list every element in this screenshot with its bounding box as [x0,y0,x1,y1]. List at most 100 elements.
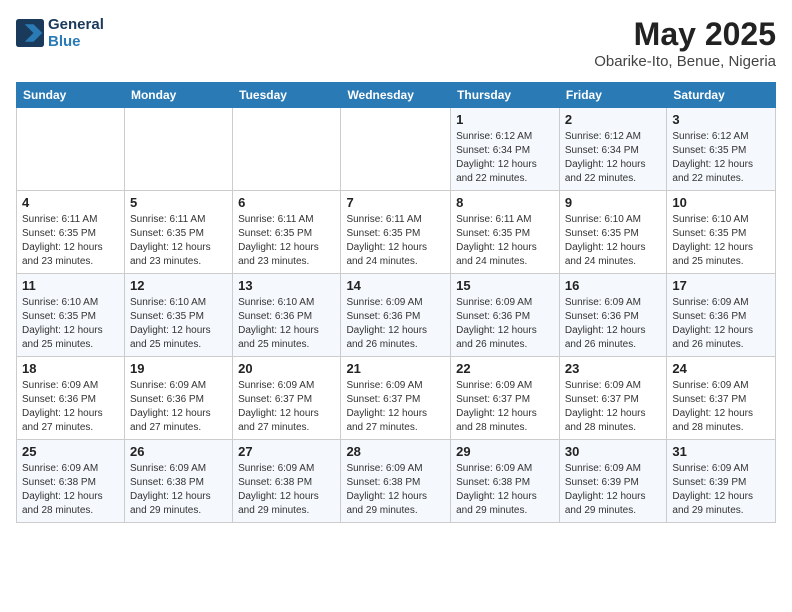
logo-line2: Blue [48,33,104,50]
calendar-header: SundayMondayTuesdayWednesdayThursdayFrid… [17,83,776,108]
calendar-cell: 20 Sunrise: 6:09 AM Sunset: 6:37 PM Dayli… [233,357,341,440]
month-title: May 2025 [594,16,776,53]
calendar-cell: 12Sunrise: 6:10 AM Sunset: 6:35 PM Dayli… [124,274,232,357]
weekday-header: Saturday [667,83,776,108]
day-number: 4 [22,195,119,210]
calendar-cell: 23 Sunrise: 6:09 AM Sunset: 6:37 PM Dayli… [559,357,667,440]
weekday-header: Thursday [451,83,560,108]
calendar-cell: 11 Sunrise: 6:10 AM Sunset: 6:35 PM Dayli… [17,274,125,357]
day-info: Sunrise: 6:11 AM Sunset: 6:35 PM Dayligh… [456,213,554,269]
day-info: Sunrise: 6:10 AM Sunset: 6:35 PM Dayligh… [22,296,119,352]
logo-icon [16,19,44,47]
day-number: 6 [238,195,335,210]
day-number: 3 [672,112,770,127]
logo-line1: General [48,16,104,33]
day-info: Sunrise: 6:09 AM Sunset: 6:36 PM Dayligh… [456,296,554,352]
day-number: 19 [130,361,227,376]
day-info: Sunrise: 6:09 AM Sunset: 6:37 PM Dayligh… [238,379,335,435]
day-info: Sunrise: 6:12 AM Sunset: 6:35 PM Dayligh… [672,130,770,186]
day-number: 9 [565,195,662,210]
day-number: 13 [238,278,335,293]
calendar-cell [233,108,341,191]
day-number: 18 [22,361,119,376]
day-info: Sunrise: 6:09 AM Sunset: 6:37 PM Dayligh… [346,379,445,435]
day-number: 8 [456,195,554,210]
day-number: 10 [672,195,770,210]
calendar-cell: 28Sunrise: 6:09 AM Sunset: 6:38 PM Dayli… [341,440,451,523]
weekday-header: Wednesday [341,83,451,108]
calendar-cell: 5Sunrise: 6:11 AM Sunset: 6:35 PM Daylig… [124,191,232,274]
day-info: Sunrise: 6:09 AM Sunset: 6:37 PM Dayligh… [672,379,770,435]
day-number: 2 [565,112,662,127]
day-info: Sunrise: 6:09 AM Sunset: 6:37 PM Dayligh… [456,379,554,435]
day-number: 24 [672,361,770,376]
day-number: 14 [346,278,445,293]
day-info: Sunrise: 6:11 AM Sunset: 6:35 PM Dayligh… [22,213,119,269]
day-info: Sunrise: 6:09 AM Sunset: 6:36 PM Dayligh… [22,379,119,435]
day-number: 27 [238,444,335,459]
calendar-cell: 19Sunrise: 6:09 AM Sunset: 6:36 PM Dayli… [124,357,232,440]
day-info: Sunrise: 6:10 AM Sunset: 6:35 PM Dayligh… [565,213,662,269]
day-info: Sunrise: 6:09 AM Sunset: 6:37 PM Dayligh… [565,379,662,435]
location-title: Obarike-Ito, Benue, Nigeria [594,53,776,70]
calendar-cell: 22 Sunrise: 6:09 AM Sunset: 6:37 PM Dayli… [451,357,560,440]
day-number: 20 [238,361,335,376]
day-number: 26 [130,444,227,459]
day-number: 15 [456,278,554,293]
day-info: Sunrise: 6:09 AM Sunset: 6:38 PM Dayligh… [238,462,335,518]
day-info: Sunrise: 6:11 AM Sunset: 6:35 PM Dayligh… [346,213,445,269]
calendar-cell: 18 Sunrise: 6:09 AM Sunset: 6:36 PM Dayli… [17,357,125,440]
calendar-cell: 26 Sunrise: 6:09 AM Sunset: 6:38 PM Dayli… [124,440,232,523]
calendar-table: SundayMondayTuesdayWednesdayThursdayFrid… [16,82,776,523]
calendar-cell [124,108,232,191]
day-number: 28 [346,444,445,459]
calendar-cell: 30 Sunrise: 6:09 AM Sunset: 6:39 PM Dayli… [559,440,667,523]
day-info: Sunrise: 6:09 AM Sunset: 6:36 PM Dayligh… [672,296,770,352]
calendar-cell: 1Sunrise: 6:12 AM Sunset: 6:34 PM Daylig… [451,108,560,191]
day-number: 30 [565,444,662,459]
calendar-cell: 8 Sunrise: 6:11 AM Sunset: 6:35 PM Daylig… [451,191,560,274]
calendar-cell: 31Sunrise: 6:09 AM Sunset: 6:39 PM Dayli… [667,440,776,523]
day-number: 12 [130,278,227,293]
day-number: 16 [565,278,662,293]
day-info: Sunrise: 6:09 AM Sunset: 6:36 PM Dayligh… [565,296,662,352]
calendar-week-row: 1Sunrise: 6:12 AM Sunset: 6:34 PM Daylig… [17,108,776,191]
page-header: General Blue May 2025 Obarike-Ito, Benue… [16,16,776,70]
calendar-cell [17,108,125,191]
day-number: 29 [456,444,554,459]
calendar-cell: 15 Sunrise: 6:09 AM Sunset: 6:36 PM Dayli… [451,274,560,357]
calendar-cell: 29 Sunrise: 6:09 AM Sunset: 6:38 PM Dayli… [451,440,560,523]
day-number: 23 [565,361,662,376]
calendar-cell: 4 Sunrise: 6:11 AM Sunset: 6:35 PM Daylig… [17,191,125,274]
day-info: Sunrise: 6:09 AM Sunset: 6:39 PM Dayligh… [672,462,770,518]
logo: General Blue [16,16,104,50]
weekday-header: Tuesday [233,83,341,108]
calendar-cell: 16 Sunrise: 6:09 AM Sunset: 6:36 PM Dayli… [559,274,667,357]
calendar-cell: 7 Sunrise: 6:11 AM Sunset: 6:35 PM Daylig… [341,191,451,274]
day-info: Sunrise: 6:09 AM Sunset: 6:39 PM Dayligh… [565,462,662,518]
calendar-week-row: 18 Sunrise: 6:09 AM Sunset: 6:36 PM Dayli… [17,357,776,440]
day-number: 22 [456,361,554,376]
calendar-cell: 13 Sunrise: 6:10 AM Sunset: 6:36 PM Dayli… [233,274,341,357]
day-info: Sunrise: 6:09 AM Sunset: 6:38 PM Dayligh… [130,462,227,518]
calendar-week-row: 4 Sunrise: 6:11 AM Sunset: 6:35 PM Daylig… [17,191,776,274]
calendar-week-row: 11 Sunrise: 6:10 AM Sunset: 6:35 PM Dayli… [17,274,776,357]
day-number: 11 [22,278,119,293]
calendar-cell: 25Sunrise: 6:09 AM Sunset: 6:38 PM Dayli… [17,440,125,523]
day-info: Sunrise: 6:12 AM Sunset: 6:34 PM Dayligh… [565,130,662,186]
day-number: 7 [346,195,445,210]
day-info: Sunrise: 6:10 AM Sunset: 6:35 PM Dayligh… [672,213,770,269]
calendar-cell: 17Sunrise: 6:09 AM Sunset: 6:36 PM Dayli… [667,274,776,357]
day-info: Sunrise: 6:12 AM Sunset: 6:34 PM Dayligh… [456,130,554,186]
calendar-cell: 21Sunrise: 6:09 AM Sunset: 6:37 PM Dayli… [341,357,451,440]
calendar-cell: 24 Sunrise: 6:09 AM Sunset: 6:37 PM Dayli… [667,357,776,440]
calendar-cell: 27 Sunrise: 6:09 AM Sunset: 6:38 PM Dayli… [233,440,341,523]
calendar-cell: 3 Sunrise: 6:12 AM Sunset: 6:35 PM Daylig… [667,108,776,191]
calendar-cell: 6 Sunrise: 6:11 AM Sunset: 6:35 PM Daylig… [233,191,341,274]
day-info: Sunrise: 6:09 AM Sunset: 6:38 PM Dayligh… [22,462,119,518]
day-info: Sunrise: 6:09 AM Sunset: 6:38 PM Dayligh… [456,462,554,518]
weekday-header: Monday [124,83,232,108]
day-number: 5 [130,195,227,210]
day-info: Sunrise: 6:10 AM Sunset: 6:36 PM Dayligh… [238,296,335,352]
day-info: Sunrise: 6:11 AM Sunset: 6:35 PM Dayligh… [238,213,335,269]
